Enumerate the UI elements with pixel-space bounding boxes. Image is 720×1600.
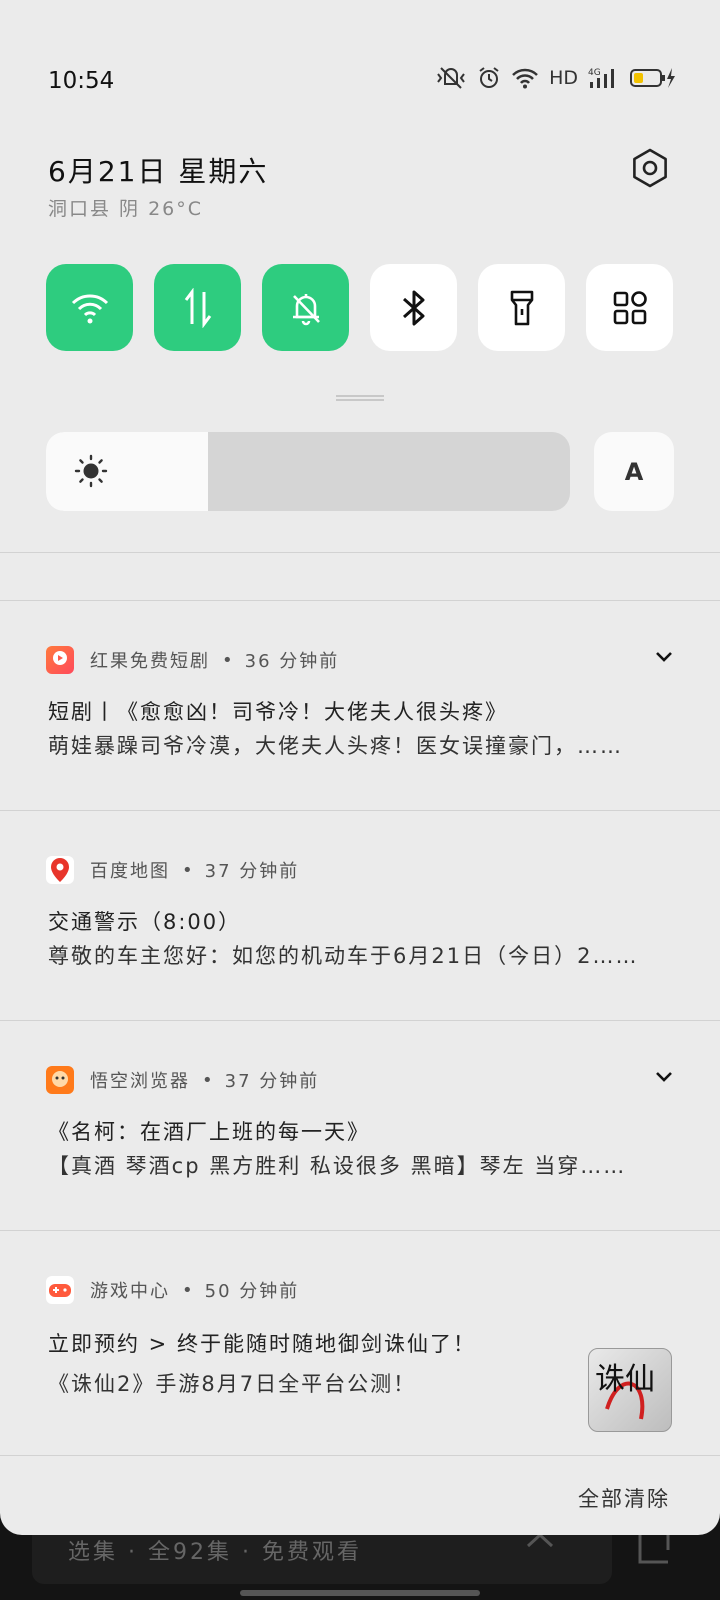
separator-dot: • xyxy=(222,649,233,671)
notification-title: 交通警示（8:00） xyxy=(48,910,242,934)
separator-dot: • xyxy=(182,1279,193,1301)
home-indicator[interactable] xyxy=(240,1590,480,1596)
edit-tiles-tile[interactable] xyxy=(586,264,673,351)
notification-time: 50 分钟前 xyxy=(204,1281,300,1302)
notification-text: 萌娃暴躁司爷冷漠，大佬夫人头疼！医女误撞豪门，…… xyxy=(48,734,623,758)
chevron-down-icon[interactable] xyxy=(654,1070,674,1084)
divider xyxy=(0,810,720,811)
notification-text: 《诛仙2》手游8月7日全平台公测！ xyxy=(48,1372,417,1396)
notification-game-center[interactable]: 游戏中心 • 50 分钟前 立即预约 > 终于能随时随地御剑诛仙了！ 《诛仙2》… xyxy=(0,1276,720,1456)
flashlight-tile[interactable] xyxy=(478,264,565,351)
separator-dot: • xyxy=(202,1069,213,1091)
wifi-status-icon xyxy=(512,68,538,89)
notification-header: 百度地图 • 37 分钟前 xyxy=(46,856,299,884)
date-label: 6月21日 星期六 xyxy=(48,155,269,188)
more-tiles-icon xyxy=(613,290,647,324)
zhuxian-artwork: 诛仙 xyxy=(595,1362,655,1420)
mobile-data-icon xyxy=(184,287,211,328)
notification-baidu-map[interactable]: 百度地图 • 37 分钟前 交通警示（8:00） 尊敬的车主您好：如您的机动车于… xyxy=(0,856,720,1020)
mute-tile[interactable] xyxy=(262,264,349,351)
wifi-tile[interactable] xyxy=(46,264,133,351)
notification-header: 游戏中心 • 50 分钟前 xyxy=(46,1276,299,1304)
divider xyxy=(0,1230,720,1231)
notification-time: 36 分钟前 xyxy=(244,651,340,672)
mobile-data-tile[interactable] xyxy=(154,264,241,351)
notification-header: 悟空浏览器 • 37 分钟前 xyxy=(46,1066,319,1094)
bluetooth-icon xyxy=(402,290,424,325)
divider xyxy=(0,1020,720,1021)
drag-handle[interactable] xyxy=(336,395,384,401)
vibrate-mute-icon xyxy=(437,67,465,89)
hd-label: HD xyxy=(549,67,578,89)
notification-shade: 10:54 HD 4G 6月21日 星期六 洞口县 阴 26°C A 红果免费短… xyxy=(0,0,720,1535)
status-icons: HD 4G xyxy=(435,66,676,90)
wukong-app-icon xyxy=(46,1066,74,1094)
fullscreen-icon xyxy=(638,1534,670,1564)
notification-title: 立即预约 > 终于能随时随地御剑诛仙了！ xyxy=(48,1332,476,1356)
notification-thumbnail[interactable]: 诛仙 xyxy=(588,1348,672,1432)
cell-signal-icon: 4G xyxy=(588,68,614,88)
notification-time: 37 分钟前 xyxy=(204,861,300,882)
clear-all-button[interactable]: 全部清除 xyxy=(578,1483,670,1513)
settings-icon[interactable] xyxy=(630,148,670,188)
app-name: 红果免费短剧 xyxy=(90,651,210,672)
notification-title: 《名柯：在酒厂上班的每一天》 xyxy=(48,1120,370,1144)
divider xyxy=(0,552,720,553)
wifi-icon xyxy=(71,293,108,323)
sun-icon xyxy=(74,454,108,488)
svg-text:诛仙: 诛仙 xyxy=(595,1362,655,1397)
clock: 10:54 xyxy=(48,68,115,94)
notification-wukong-browser[interactable]: 悟空浏览器 • 37 分钟前 《名柯：在酒厂上班的每一天》 【真酒 琴酒cp 黑… xyxy=(0,1066,720,1230)
svg-text:4G: 4G xyxy=(588,68,601,78)
notification-header: 红果免费短剧 • 36 分钟前 xyxy=(46,646,339,674)
battery-icon xyxy=(630,68,675,88)
app-name: 百度地图 xyxy=(90,861,170,882)
brightness-fill xyxy=(46,432,209,511)
notification-text: 【真酒 琴酒cp 黑方胜利 私设很多 黑暗】琴左 当穿…… xyxy=(48,1154,627,1178)
notification-text: 尊敬的车主您好：如您的机动车于6月21日（今日）2…… xyxy=(48,944,639,968)
auto-brightness-button[interactable]: A xyxy=(594,432,674,511)
chevron-down-icon[interactable] xyxy=(654,650,674,664)
flashlight-icon xyxy=(510,290,533,325)
notification-time: 37 分钟前 xyxy=(224,1071,320,1092)
status-bar: 10:54 HD 4G xyxy=(0,60,720,104)
alarm-icon xyxy=(479,67,499,88)
weather-label: 洞口县 阴 26°C xyxy=(48,198,204,220)
mute-bell-icon xyxy=(292,293,320,325)
episode-bar-text: 选集 · 全92集 · 免费观看 xyxy=(68,1540,362,1565)
hongguo-app-icon xyxy=(46,646,74,674)
baidu-map-app-icon xyxy=(46,856,74,884)
notification-title: 短剧丨《愈愈凶！司爷冷！大佬夫人很头疼》 xyxy=(48,700,508,724)
separator-dot: • xyxy=(182,859,193,881)
divider xyxy=(0,600,720,601)
notification-hongguo[interactable]: 红果免费短剧 • 36 分钟前 短剧丨《愈愈凶！司爷冷！大佬夫人很头疼》 萌娃暴… xyxy=(0,646,720,810)
quick-settings-tiles xyxy=(46,264,673,351)
app-name: 悟空浏览器 xyxy=(90,1071,190,1092)
app-name: 游戏中心 xyxy=(90,1281,170,1302)
game-center-app-icon xyxy=(46,1276,74,1304)
bluetooth-tile[interactable] xyxy=(370,264,457,351)
divider xyxy=(0,1455,720,1456)
brightness-slider[interactable] xyxy=(46,432,570,511)
